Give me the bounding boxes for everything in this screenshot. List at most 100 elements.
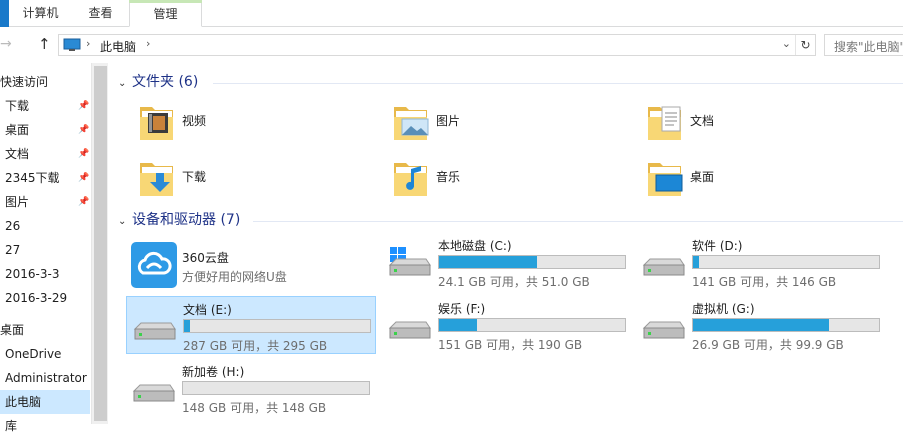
sidebar-item[interactable]: 27 xyxy=(0,238,90,262)
pin-icon[interactable]: 📌 xyxy=(78,166,89,190)
sidebar-item[interactable]: 26 xyxy=(0,214,90,238)
folder-name: 桌面 xyxy=(690,170,715,184)
sidebar-item[interactable]: 桌面 📌 xyxy=(0,118,90,142)
folder-item[interactable]: 下载 xyxy=(136,155,381,203)
chevron-right-icon[interactable]: › xyxy=(146,37,150,50)
folder-name: 图片 xyxy=(436,114,461,128)
documents-folder-icon xyxy=(644,99,688,145)
this-pc-icon xyxy=(63,38,81,51)
chevron-right-icon[interactable]: › xyxy=(86,37,90,50)
sidebar-item-label: 下载 xyxy=(5,99,30,113)
chevron-down-icon[interactable]: ⌄ xyxy=(118,212,132,232)
pin-icon[interactable]: 📌 xyxy=(78,142,89,166)
group-divider xyxy=(253,221,903,222)
tab-view[interactable]: 查看 xyxy=(72,0,129,27)
chevron-down-icon[interactable]: ⌄ xyxy=(782,37,791,50)
drive-usage-bar xyxy=(438,318,626,332)
folder-item[interactable]: 桌面 xyxy=(644,155,889,203)
drive-usage-fill xyxy=(693,319,829,331)
sidebar-item[interactable]: 文档 📌 xyxy=(0,142,90,166)
desktop-folder-icon xyxy=(644,155,688,201)
navigation-pane: 快速访问 下载 📌 桌面 📌 文档 📌 2345下载 📌 图片 📌 26 27 2016-3-3 2016-… xyxy=(0,63,108,433)
drive-usage-fill xyxy=(693,256,699,268)
drive-space-info: 148 GB 可用，共 148 GB xyxy=(182,401,327,415)
sidebar-item[interactable]: OneDrive xyxy=(0,342,90,366)
file-tab[interactable] xyxy=(0,0,9,27)
drive-item[interactable]: 虚拟机 (G:) 26.9 GB 可用，共 99.9 GB xyxy=(636,296,886,354)
hard-drive-icon xyxy=(386,246,432,279)
devices-group-label: 设备和驱动器 (7) xyxy=(132,212,241,228)
sidebar-item-label: 桌面 xyxy=(0,323,25,337)
pin-icon[interactable]: 📌 xyxy=(78,118,89,142)
up-arrow-icon[interactable]: ↑ xyxy=(38,36,52,52)
sidebar-item-label: Administrator xyxy=(5,371,87,385)
sidebar-item[interactable]: 下载 📌 xyxy=(0,94,90,118)
tab-computer[interactable]: 计算机 xyxy=(9,0,72,27)
sidebar-item[interactable]: 2016-3-3 xyxy=(0,262,90,286)
refresh-icon[interactable]: ↻ xyxy=(795,35,815,55)
drive-item[interactable]: 文档 (E:) 287 GB 可用，共 295 GB xyxy=(126,296,376,354)
sidebar-item-label: 2345下载 xyxy=(5,171,60,185)
pin-icon[interactable]: 📌 xyxy=(78,190,89,214)
downloads-folder-icon xyxy=(136,155,180,201)
hard-drive-icon xyxy=(386,310,432,342)
drive-usage-bar xyxy=(438,255,626,269)
sidebar-item[interactable]: 图片 📌 xyxy=(0,190,90,214)
sidebar-item[interactable]: 2345下载 📌 xyxy=(0,166,90,190)
drive-name: 虚拟机 (G:) xyxy=(692,302,755,316)
sidebar-item[interactable]: Administrator xyxy=(0,366,90,390)
drive-item[interactable]: 软件 (D:) 141 GB 可用，共 146 GB xyxy=(636,233,886,291)
folder-name: 文档 xyxy=(690,114,715,128)
drive-usage-fill xyxy=(439,319,477,331)
drive-space-info: 24.1 GB 可用，共 51.0 GB xyxy=(438,275,590,289)
sidebar-item-label: OneDrive xyxy=(5,347,62,361)
devices-group-header[interactable]: ⌄ 设备和驱动器 (7) xyxy=(118,210,240,230)
drive-name: 本地磁盘 (C:) xyxy=(438,239,512,253)
sidebar-item[interactable]: 快速访问 xyxy=(0,70,90,94)
cloud-drive-subtitle: 方便好用的网络U盘 xyxy=(182,270,287,284)
back-arrow-icon[interactable]: → xyxy=(0,36,12,52)
cloud-drive-360[interactable]: 360云盘 方便好用的网络U盘 xyxy=(126,239,376,297)
address-row: → ↑ › 此电脑 › ⌄ ↻ 搜索"此电脑" xyxy=(0,27,903,63)
drive-usage-fill xyxy=(184,320,190,332)
drive-item[interactable]: 本地磁盘 (C:) 24.1 GB 可用，共 51.0 GB xyxy=(382,233,632,291)
breadcrumb-this-pc[interactable]: 此电脑 xyxy=(100,38,136,55)
folder-item[interactable]: 音乐 xyxy=(390,155,635,203)
drive-name: 软件 (D:) xyxy=(692,239,743,253)
folder-item[interactable]: 视频 xyxy=(136,99,381,147)
hard-drive-icon xyxy=(131,311,177,343)
folder-item[interactable]: 文档 xyxy=(644,99,889,147)
address-bar[interactable]: › 此电脑 › ⌄ ↻ xyxy=(58,34,816,56)
sidebar-item-label: 2016-3-3 xyxy=(5,267,60,281)
search-input[interactable]: 搜索"此电脑" xyxy=(824,34,903,56)
folders-group-header[interactable]: ⌄ 文件夹 (6) xyxy=(118,72,198,92)
sidebar-item-label: 库 xyxy=(5,419,18,433)
sidebar-item[interactable]: 桌面 xyxy=(0,318,90,342)
sidebar-item[interactable]: 库 xyxy=(0,414,90,438)
sidebar-item[interactable]: 2016-3-29 xyxy=(0,286,90,310)
ribbon-tabs: 计算机 查看 管理 xyxy=(0,0,903,27)
folder-name: 音乐 xyxy=(436,170,461,184)
sidebar-scrollbar[interactable] xyxy=(91,63,108,424)
drive-name: 娱乐 (F:) xyxy=(438,302,486,316)
drive-item[interactable]: 新加卷 (H:) 148 GB 可用，共 148 GB xyxy=(126,359,376,417)
drive-space-info: 141 GB 可用，共 146 GB xyxy=(692,275,837,289)
tab-manage[interactable]: 管理 xyxy=(129,0,202,27)
drive-space-info: 151 GB 可用，共 190 GB xyxy=(438,338,583,352)
content-pane: ⌄ 文件夹 (6) 视频 图片 文档 下载 音乐 桌面 ⌄ 设备和驱动器 (7) 3… xyxy=(108,63,903,424)
hard-drive-icon xyxy=(640,310,686,342)
pin-icon[interactable]: 📌 xyxy=(78,94,89,118)
sidebar-item-label: 此电脑 xyxy=(5,395,42,409)
video-folder-icon xyxy=(136,99,180,145)
drive-item[interactable]: 娱乐 (F:) 151 GB 可用，共 190 GB xyxy=(382,296,632,354)
chevron-down-icon[interactable]: ⌄ xyxy=(118,74,132,94)
sidebar-item-label: 文档 xyxy=(5,147,30,161)
folder-item[interactable]: 图片 xyxy=(390,99,635,147)
drive-usage-fill xyxy=(439,256,537,268)
music-folder-icon xyxy=(390,155,434,201)
folder-name: 视频 xyxy=(182,114,207,128)
sidebar-item[interactable]: 此电脑 xyxy=(0,390,90,414)
scrollbar-thumb[interactable] xyxy=(94,66,107,421)
drive-usage-bar xyxy=(692,255,880,269)
drive-name: 新加卷 (H:) xyxy=(182,365,245,379)
